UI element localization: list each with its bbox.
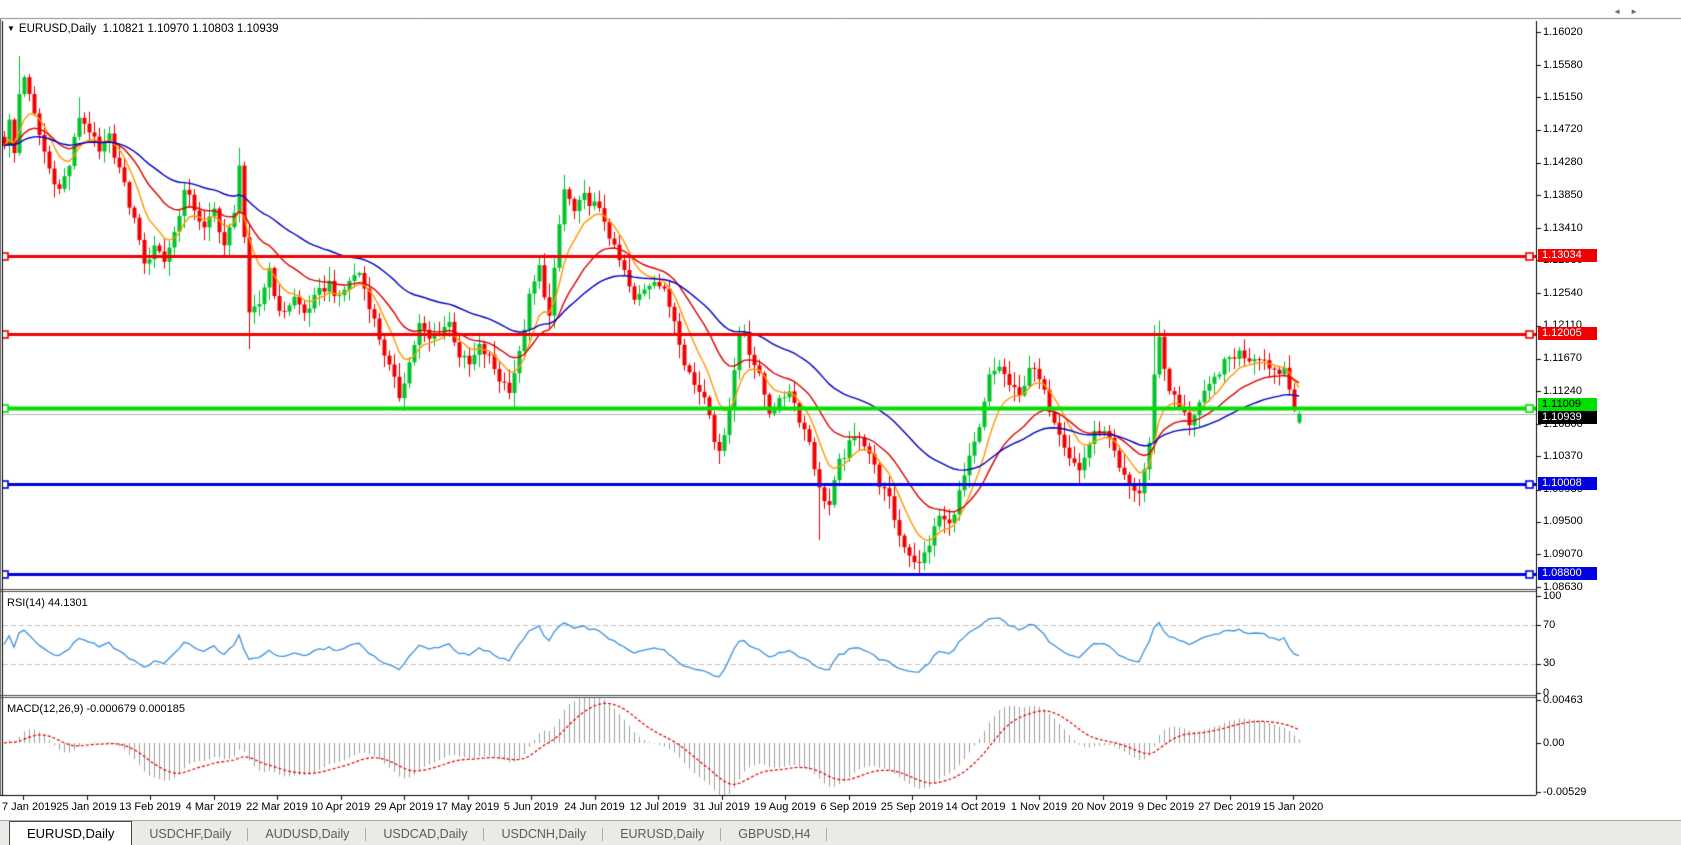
symbol-tab[interactable]: EURUSD,Daily [603,824,722,845]
collapse-triangle-icon[interactable]: ▼ [7,24,15,33]
symbol-tab[interactable]: USDCHF,Daily [132,824,249,845]
hline-price-label[interactable]: 1.11009 [1538,398,1597,412]
tab-scroll-arrows: ◄► [1613,7,1647,16]
date-axis-label: 15 Jan 2020 [1262,801,1324,813]
price-axis-tick-label: 1.09070 [1543,547,1583,560]
date-axis-label: 29 Apr 2019 [374,801,434,813]
tabs-scroll-right-icon[interactable]: ► [1630,7,1647,16]
date-axis-label: 17 May 2019 [435,801,500,813]
date-axis-label: 19 Aug 2019 [754,801,816,813]
price-axis-tick-label: 1.11240 [1543,384,1582,397]
terminal-window: T ▼ M1M5M15M30H1H4D1W1MN ▼EURUSD,Daily 1… [0,0,1681,845]
symbol-tab-bar: EURUSD,Daily USDCHF,Daily AUDUSD,Daily USDC… [0,820,1681,845]
price-axis-tick-label: 1.14720 [1543,123,1583,136]
date-axis-label: 9 Dec 2019 [1137,801,1195,813]
rsi-axis-tick-label: 30 [1543,657,1556,670]
hline-price-label[interactable]: 1.13034 [1538,249,1597,263]
price-axis-tick-label: 1.13410 [1543,221,1583,234]
macd-axis-tick-label: 0.00 [1543,736,1565,749]
current-price-label: 1.10939 [1538,410,1597,424]
symbol-tab[interactable]: AUDUSD,Daily [248,824,367,845]
macd-axis-tick-label: 0.00463 [1543,693,1583,706]
chart-ohlc-quote: 1.10821 1.10970 1.10803 1.10939 [102,23,279,35]
chart-symbol-period: EURUSD,Daily [18,23,97,35]
price-axis-tick-label: 1.15150 [1543,90,1583,103]
price-axis-tick-label: 1.10370 [1543,449,1583,462]
price-axis-tick-label: 1.12540 [1543,286,1583,299]
symbol-tab[interactable]: GBPUSD,H4 [721,824,828,845]
tabs-scroll-left-icon[interactable]: ◄ [1613,7,1630,16]
date-axis-label: 27 Dec 2019 [1198,801,1261,813]
price-axis-tick-label: 1.15580 [1543,58,1583,71]
price-axis-tick-label: 1.16020 [1543,25,1583,38]
rsi-axis-tick-label: 100 [1543,589,1562,602]
chart-canvas[interactable] [0,0,1681,845]
date-axis-label: 22 Mar 2019 [246,801,308,813]
date-axis-label: 24 Jun 2019 [564,801,625,813]
date-axis-label: 25 Sep 2019 [880,801,944,813]
date-axis-label: 6 Sep 2019 [820,801,877,813]
date-axis-label: 25 Jan 2019 [56,801,117,813]
price-axis-tick-label: 1.14280 [1543,156,1583,169]
symbol-tab[interactable]: USDCAD,Daily [366,824,485,845]
date-axis-label: 5 Jun 2019 [503,801,559,813]
date-axis-label: 14 Oct 2019 [945,801,1006,813]
date-axis-label: 20 Nov 2019 [1071,801,1134,813]
date-axis-label: 1 Nov 2019 [1010,801,1068,813]
price-axis-tick-label: 1.09500 [1543,515,1583,528]
macd-indicator-label: MACD(12,26,9) -0.000679 0.000185 [7,703,185,715]
date-axis-label: 31 Jul 2019 [693,801,750,813]
hline-price-label[interactable]: 1.08800 [1538,567,1597,581]
chart-title: ▼ EURUSD,Daily 1.10821 1.10970 1.10803 1.… [7,23,279,35]
symbol-tab[interactable]: USDCNH,Daily [484,824,603,845]
date-axis-label: 10 Apr 2019 [310,801,371,813]
hline-price-label[interactable]: 1.10008 [1538,476,1597,490]
macd-axis-tick-label: -0.00529 [1543,785,1587,798]
symbol-tab[interactable]: EURUSD,Daily [9,821,133,845]
rsi-indicator-label: RSI(14) 44.1301 [7,597,88,609]
price-axis-tick-label: 1.11670 [1543,352,1582,365]
hline-price-label[interactable]: 1.12005 [1538,326,1597,340]
price-axis-tick-label: 1.13850 [1543,188,1583,201]
rsi-axis-tick-label: 70 [1543,618,1556,631]
date-axis-label: 12 Jul 2019 [629,801,687,813]
date-axis-label: 4 Mar 2019 [185,801,242,813]
date-axis-label: 13 Feb 2019 [119,801,181,813]
